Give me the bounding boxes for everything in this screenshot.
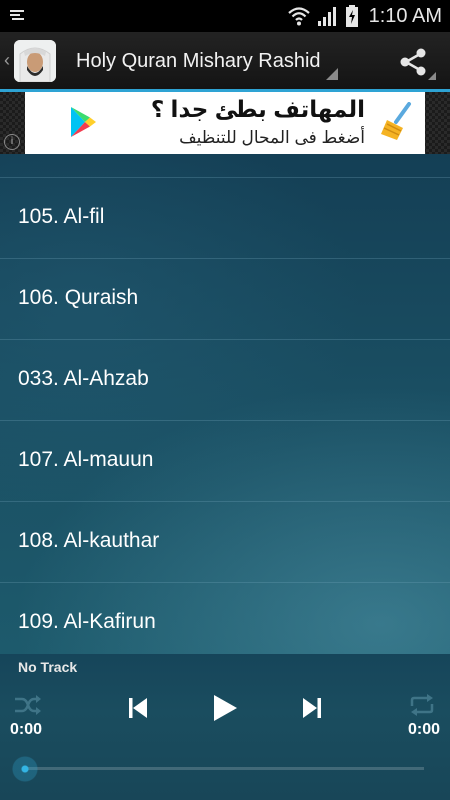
list-item[interactable]: 109. Al-Kafirun: [0, 582, 450, 654]
play-store-icon: [71, 107, 96, 137]
status-bar: 1:10 AM: [0, 0, 450, 32]
ad-headline: المهاتف بطئ جدا ؟: [150, 96, 365, 122]
list-item-label: 108. Al-kauthar: [18, 529, 160, 552]
wifi-icon: [287, 7, 310, 26]
seek-bar-thumb[interactable]: [12, 756, 38, 782]
list-item-label: 106. Quraish: [18, 286, 139, 309]
total-duration: 0:00: [407, 721, 440, 738]
title-dropdown-indicator-icon: [326, 68, 338, 80]
repeat-icon[interactable]: [408, 694, 436, 716]
list-item-label: 105. Al-fil: [18, 205, 105, 228]
list-item[interactable]: 105. Al-fil: [0, 177, 450, 257]
track-list[interactable]: 105. Al-fil 106. Quraish 033. Al-Ahzab 1…: [0, 154, 450, 654]
list-item-label: 033. Al-Ahzab: [18, 367, 149, 390]
back-chevron-icon[interactable]: ‹: [4, 50, 10, 71]
app-title[interactable]: Holy Quran Mishary Rashid: [76, 50, 321, 73]
share-button[interactable]: [392, 42, 442, 82]
list-item[interactable]: 033. Al-Ahzab: [0, 339, 450, 419]
share-icon: [400, 48, 436, 80]
list-item-label: 107. Al-mauun: [18, 448, 154, 471]
status-clock: 1:10 AM: [368, 4, 442, 27]
next-icon[interactable]: [301, 696, 323, 720]
ad-banner[interactable]: المهاتف بطئ جدا ؟ أضغط فى المحال للتنظيف…: [0, 92, 450, 154]
ad-info-icon[interactable]: i: [4, 134, 20, 150]
ad-subtext: أضغط فى المحال للتنظيف: [179, 128, 365, 147]
list-item[interactable]: 107. Al-mauun: [0, 420, 450, 500]
notification-icon: [10, 10, 24, 20]
ad-content[interactable]: المهاتف بطئ جدا ؟ أضغط فى المحال للتنظيف: [25, 92, 425, 154]
list-item[interactable]: 106. Quraish: [0, 258, 450, 338]
previous-icon[interactable]: [127, 696, 149, 720]
elapsed-time: 0:00: [10, 721, 43, 738]
media-player: No Track 0:00 0:00: [0, 654, 450, 800]
broom-icon: [381, 102, 411, 140]
reciter-portrait-icon: [14, 40, 56, 82]
list-item-label: 109. Al-Kafirun: [18, 610, 156, 633]
list-item[interactable]: 108. Al-kauthar: [0, 501, 450, 581]
now-playing-title: No Track: [18, 659, 78, 675]
app-avatar[interactable]: [14, 40, 56, 82]
action-bar: ‹ Holy Quran Mishary Rashid: [0, 32, 450, 89]
signal-icon: [317, 7, 336, 26]
play-icon[interactable]: [211, 693, 239, 723]
seek-bar[interactable]: [24, 767, 424, 770]
battery-charging-icon: [345, 5, 358, 27]
shuffle-icon[interactable]: [14, 694, 42, 716]
